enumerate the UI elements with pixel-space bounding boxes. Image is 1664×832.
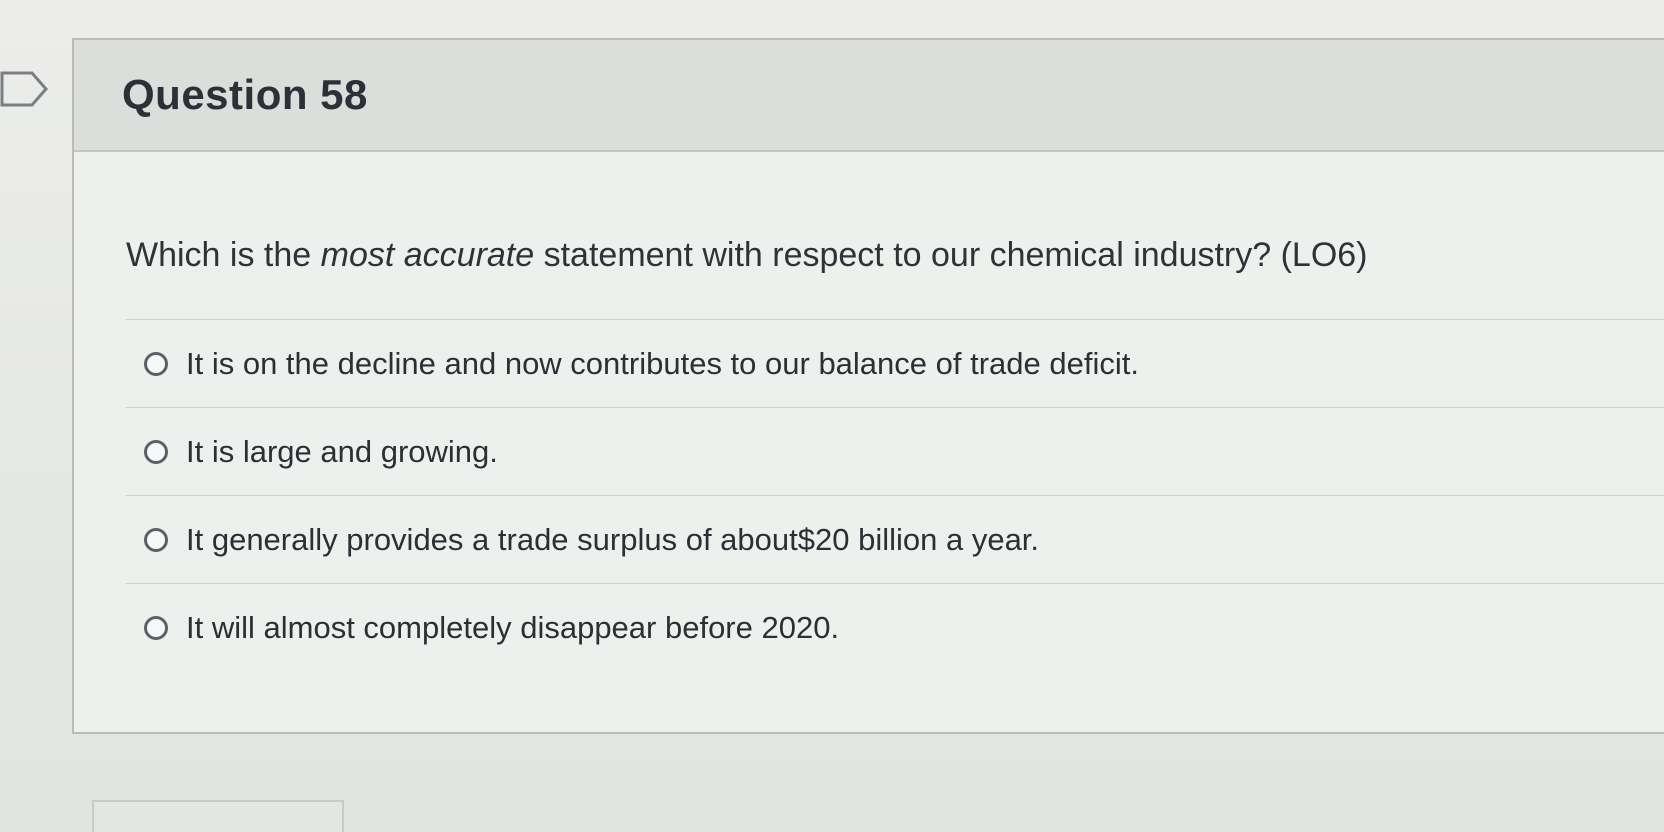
question-text-part2: statement with respect to our chemical i… [534,236,1368,274]
radio-unchecked-icon[interactable] [144,351,168,376]
radio-unchecked-icon[interactable] [144,616,168,640]
answer-list: It is on the decline and now contributes… [126,319,1664,672]
radio-unchecked-icon[interactable] [144,439,168,464]
flag-question-icon[interactable] [0,70,50,108]
answer-option-2[interactable]: It is large and growing. [126,408,1664,496]
answer-label: It is on the decline and now contributes… [186,345,1139,381]
radio-unchecked-icon[interactable] [144,527,168,552]
question-card: Question 58 Which is the most accurate s… [72,38,1664,734]
answer-label: It generally provides a trade surplus of… [186,521,1040,557]
question-header: Question 58 [74,40,1664,152]
question-text-emphasis: most accurate [320,236,535,274]
answer-option-4[interactable]: It will almost completely disappear befo… [126,584,1664,672]
question-text-part1: Which is the [126,236,321,274]
question-title: Question 58 [122,71,368,118]
answer-option-3[interactable]: It generally provides a trade surplus of… [126,496,1664,584]
answer-option-1[interactable]: It is on the decline and now contributes… [126,320,1664,408]
question-text: Which is the most accurate statement wit… [126,236,1664,275]
answer-label: It is large and growing. [186,433,498,469]
next-question-button[interactable] [92,800,344,832]
answer-label: It will almost completely disappear befo… [186,610,840,645]
quiz-page: Question 58 Which is the most accurate s… [0,0,1664,832]
question-body: Which is the most accurate statement wit… [74,152,1664,672]
